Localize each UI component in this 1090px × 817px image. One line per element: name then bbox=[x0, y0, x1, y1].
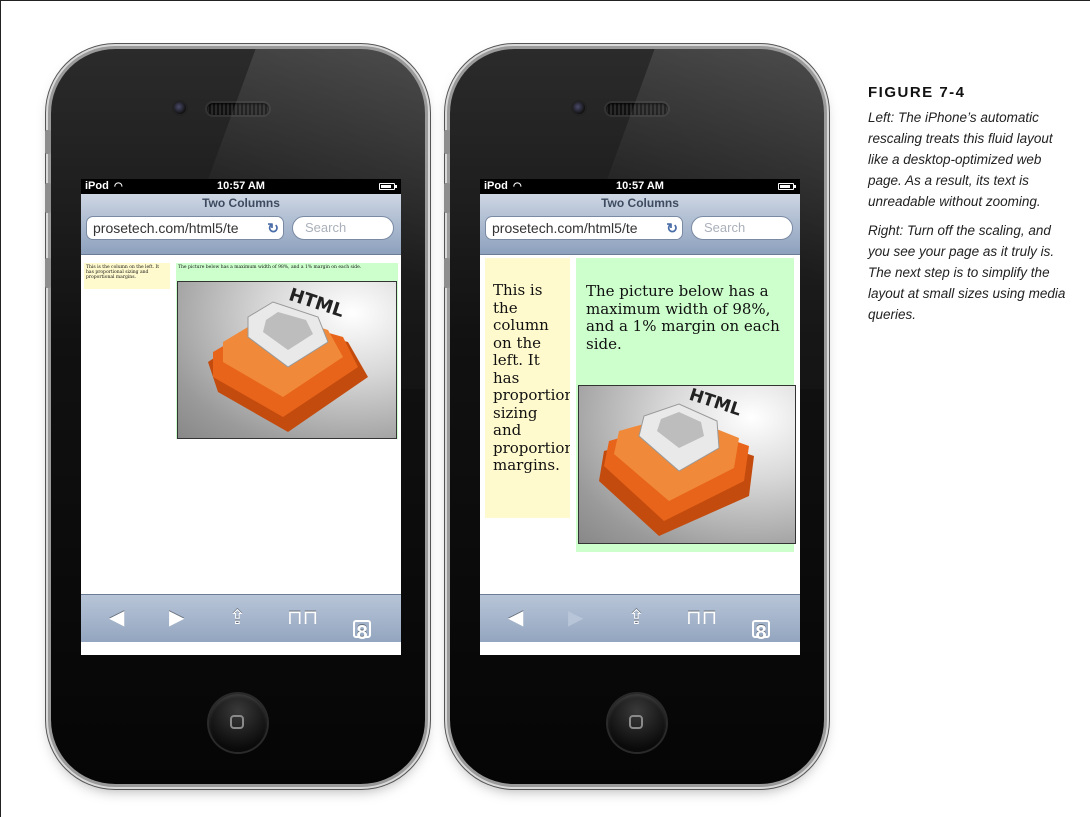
page-title: Two Columns bbox=[202, 196, 280, 210]
page-content: This is the column on the left. It has p… bbox=[480, 255, 800, 594]
volume-down-button[interactable] bbox=[444, 258, 450, 288]
front-camera bbox=[174, 102, 186, 114]
left-column-text: This is the column on the left. It has p… bbox=[86, 265, 160, 280]
status-time: 10:57 AM bbox=[217, 180, 265, 192]
home-button[interactable] bbox=[209, 694, 267, 752]
bookmarks-icon[interactable]: ⊓⊓ bbox=[287, 607, 318, 629]
html5-logo-image: HTML bbox=[177, 281, 397, 439]
status-bar: iPod ◠ 10:57 AM bbox=[480, 179, 800, 194]
home-button[interactable] bbox=[608, 694, 666, 752]
frame-left-line bbox=[0, 0, 1, 817]
url-field[interactable]: prosetech.com/html5/te ↻ bbox=[485, 216, 683, 240]
bookmarks-icon[interactable]: ⊓⊓ bbox=[686, 607, 717, 629]
volume-down-button[interactable] bbox=[45, 258, 51, 288]
reload-icon[interactable]: ↻ bbox=[265, 217, 279, 239]
volume-up-button[interactable] bbox=[45, 183, 51, 213]
browser-toolbar: ◀ ▶ ⇪ ⊓⊓ 8 bbox=[480, 594, 800, 644]
right-column-text: The picture below has a maximum width of… bbox=[586, 282, 780, 353]
caption-left: Left: The iPhone’s automatic rescaling t… bbox=[868, 110, 1053, 209]
url-field[interactable]: prosetech.com/html5/te ↻ bbox=[86, 216, 284, 240]
battery-icon bbox=[778, 183, 796, 190]
html5-logo-image: HTML bbox=[578, 385, 796, 544]
right-column-text: The picture below has a maximum width of… bbox=[178, 265, 362, 270]
left-column-text: This is the column on the left. It has p… bbox=[493, 281, 570, 474]
tabs-count: 8 bbox=[752, 620, 770, 644]
figure-title: FIGURE 7-4 bbox=[868, 84, 966, 101]
share-icon[interactable]: ⇪ bbox=[229, 607, 246, 629]
screen-left: iPod ◠ 10:57 AM Two Columns prosetech.co… bbox=[81, 179, 401, 655]
status-time: 10:57 AM bbox=[616, 180, 664, 192]
forward-arrow-icon[interactable]: ▶ bbox=[169, 607, 184, 629]
mute-switch[interactable] bbox=[45, 130, 51, 154]
html5-logo-graphic: HTML bbox=[208, 284, 368, 432]
figure-caption: FIGURE 7-4 Left: The iPhone’s automatic … bbox=[868, 84, 1068, 333]
browser-toolbar: ◀ ▶ ⇪ ⊓⊓ 8 bbox=[81, 594, 401, 644]
status-bar: iPod ◠ 10:57 AM bbox=[81, 179, 401, 194]
browser-bar: Two Columns prosetech.com/html5/te ↻ Sea… bbox=[81, 194, 401, 255]
page-title: Two Columns bbox=[601, 196, 679, 210]
mute-switch[interactable] bbox=[444, 130, 450, 154]
left-column: This is the column on the left. It has p… bbox=[485, 258, 570, 518]
left-column: This is the column on the left. It has p… bbox=[84, 263, 170, 289]
battery-icon bbox=[379, 183, 397, 190]
search-field[interactable]: Search bbox=[691, 216, 793, 240]
url-text: prosetech.com/html5/te bbox=[492, 220, 638, 236]
reload-icon[interactable]: ↻ bbox=[664, 217, 678, 239]
search-field[interactable]: Search bbox=[292, 216, 394, 240]
forward-arrow-icon[interactable]: ▶ bbox=[568, 607, 583, 629]
url-text: prosetech.com/html5/te bbox=[93, 220, 239, 236]
back-arrow-icon[interactable]: ◀ bbox=[508, 607, 523, 629]
screen-right: iPod ◠ 10:57 AM Two Columns prosetech.co… bbox=[480, 179, 800, 655]
html5-logo-graphic: HTML bbox=[599, 386, 754, 536]
share-icon[interactable]: ⇪ bbox=[628, 607, 645, 629]
caption-right: Right: Turn off the scaling, and you see… bbox=[868, 223, 1066, 322]
tabs-count: 8 bbox=[353, 620, 371, 644]
page-content: This is the column on the left. It has p… bbox=[81, 255, 401, 594]
browser-bar: Two Columns prosetech.com/html5/te ↻ Sea… bbox=[480, 194, 800, 255]
frame-top-line bbox=[0, 0, 1090, 1]
earpiece-speaker bbox=[207, 103, 269, 115]
front-camera bbox=[573, 102, 585, 114]
volume-up-button[interactable] bbox=[444, 183, 450, 213]
earpiece-speaker bbox=[606, 103, 668, 115]
back-arrow-icon[interactable]: ◀ bbox=[109, 607, 124, 629]
